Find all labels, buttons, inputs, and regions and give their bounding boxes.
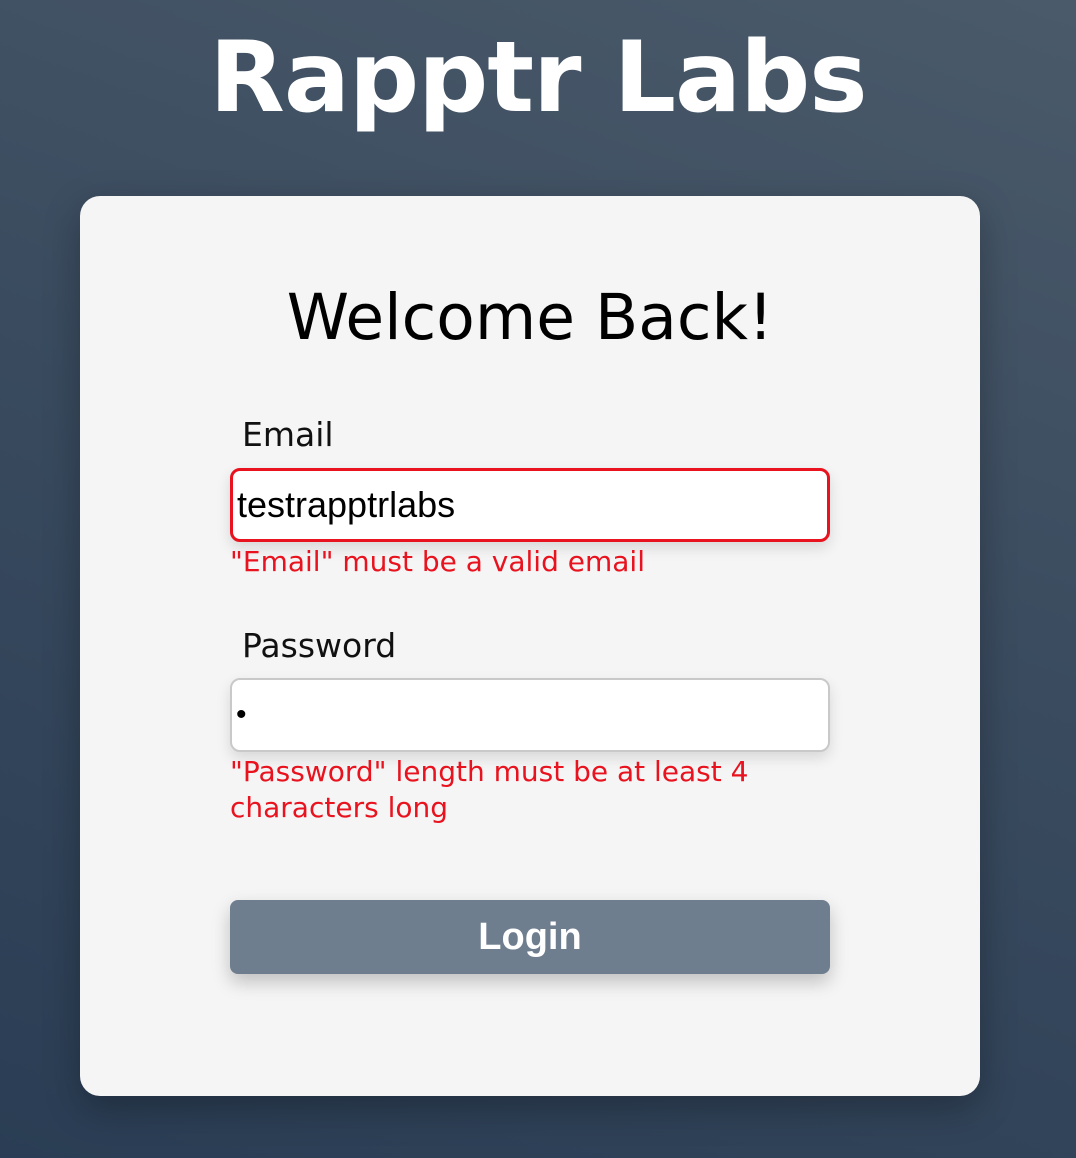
email-input[interactable]: testrapptrlabs bbox=[230, 468, 830, 542]
login-button[interactable]: Login bbox=[230, 900, 830, 974]
password-label: Password bbox=[242, 626, 397, 665]
password-error-message: "Password" length must be at least 4 cha… bbox=[230, 755, 749, 824]
password-input-value: • bbox=[236, 698, 247, 731]
email-input-value: testrapptrlabs bbox=[237, 484, 456, 525]
email-label: Email bbox=[242, 415, 334, 454]
welcome-heading: Welcome Back! bbox=[286, 281, 774, 354]
login-card: Welcome Back! Email testrapptrlabs "Emai… bbox=[80, 196, 980, 1096]
brand-title: Rapptr Labs bbox=[209, 21, 867, 135]
password-input[interactable]: • bbox=[230, 678, 830, 752]
email-error-message: "Email" must be a valid email bbox=[230, 545, 645, 578]
